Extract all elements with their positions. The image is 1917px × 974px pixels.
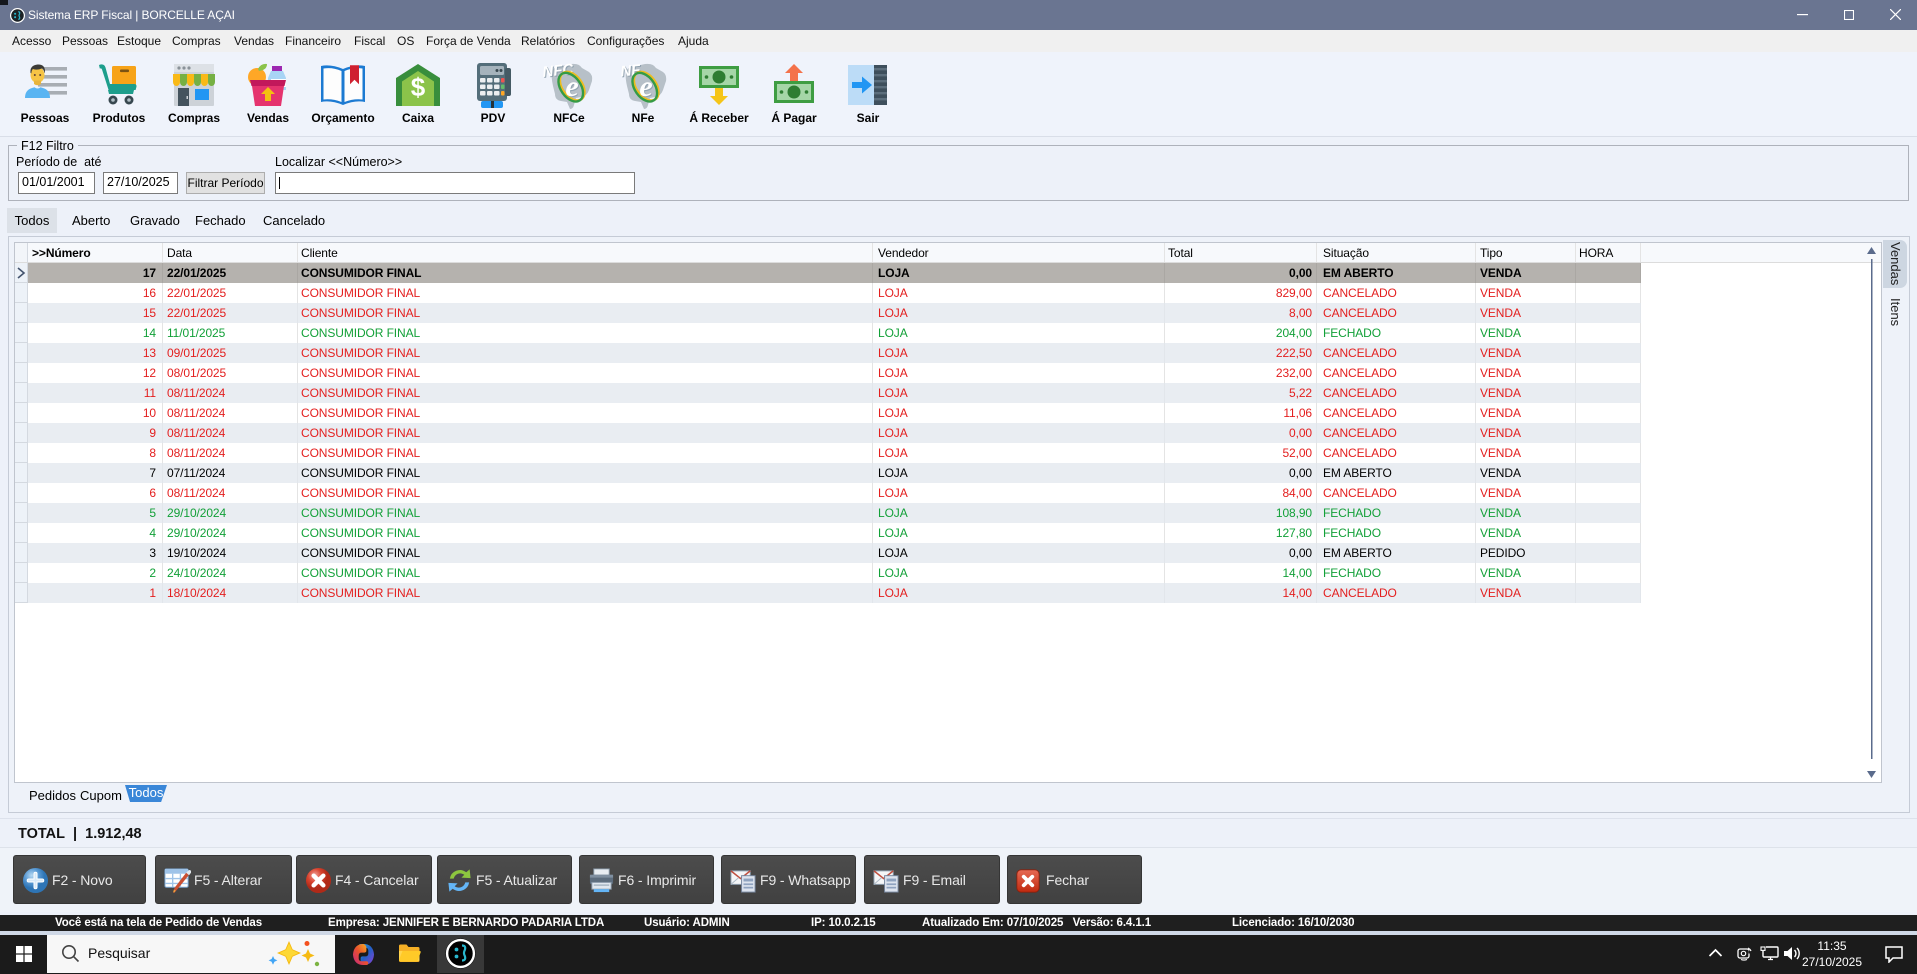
svg-text:$: $ [411,72,426,102]
svg-text:e: e [565,70,578,103]
svg-text:e: e [639,70,652,103]
